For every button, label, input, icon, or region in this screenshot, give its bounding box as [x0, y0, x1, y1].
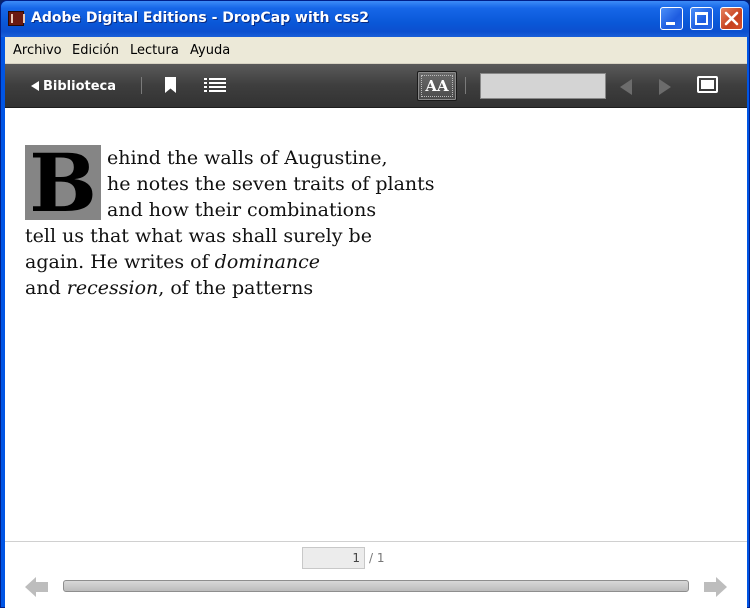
text-line: he notes the seven traits of plants	[107, 173, 435, 195]
app-window: Adobe Digital Editions - DropCap with cs…	[0, 0, 750, 608]
menu-bar: Archivo Edición Lectura Ayuda	[5, 37, 747, 64]
toolbar-divider	[465, 77, 466, 94]
font-size-button[interactable]: AA	[417, 71, 457, 101]
back-arrow-icon	[31, 81, 39, 91]
toolbar-divider	[141, 77, 142, 94]
page-navigation-bar: 1 / 1	[5, 541, 747, 608]
menu-ayuda[interactable]: Ayuda	[190, 43, 230, 58]
library-button[interactable]: Biblioteca	[31, 76, 116, 96]
client-area: Archivo Edición Lectura Ayuda Biblioteca…	[5, 37, 747, 608]
reading-pane[interactable]: B ehind the walls of Augustine, he notes…	[5, 109, 747, 541]
library-button-label: Biblioteca	[43, 78, 117, 94]
previous-page-icon[interactable]	[620, 79, 632, 95]
menu-archivo[interactable]: Archivo	[13, 43, 62, 58]
emphasis-dominance: dominance	[214, 251, 321, 273]
fullscreen-icon[interactable]	[697, 76, 718, 93]
minimize-button[interactable]	[660, 7, 683, 30]
minimize-icon	[666, 22, 675, 25]
menu-lectura[interactable]: Lectura	[130, 43, 179, 58]
emphasis-recession: recession	[66, 277, 159, 299]
text-line: and how their combinations	[107, 199, 377, 221]
menu-edicion[interactable]: Edición	[72, 43, 119, 58]
total-pages: / 1	[369, 551, 385, 565]
current-page-field[interactable]: 1	[302, 547, 365, 569]
font-size-icon: AA	[421, 75, 453, 97]
drop-cap: B	[25, 143, 101, 223]
text-line: again. He writes of dominance	[25, 251, 321, 273]
table-of-contents-icon[interactable]	[204, 78, 226, 92]
close-button[interactable]	[720, 7, 743, 30]
search-input[interactable]	[480, 73, 606, 99]
film-icon[interactable]	[8, 11, 25, 26]
text-line: and recession, of the patterns	[25, 277, 314, 299]
reader-toolbar: Biblioteca AA	[5, 64, 747, 108]
maximize-button[interactable]	[690, 7, 713, 30]
page-scrollbar[interactable]	[63, 580, 689, 592]
book-passage: B ehind the walls of Augustine, he notes…	[25, 143, 585, 301]
close-icon	[724, 11, 739, 26]
text-line: ehind the walls of Augustine,	[107, 147, 388, 169]
text-line: tell us that what was shall surely be	[25, 225, 372, 247]
bookmark-icon[interactable]	[165, 77, 176, 93]
window-title: Adobe Digital Editions - DropCap with cs…	[31, 10, 370, 26]
title-bar[interactable]: Adobe Digital Editions - DropCap with cs…	[1, 1, 749, 37]
maximize-icon	[695, 12, 708, 25]
next-page-icon[interactable]	[659, 79, 671, 95]
next-page-arrow-icon[interactable]	[703, 576, 727, 598]
previous-page-arrow-icon[interactable]	[25, 576, 49, 598]
